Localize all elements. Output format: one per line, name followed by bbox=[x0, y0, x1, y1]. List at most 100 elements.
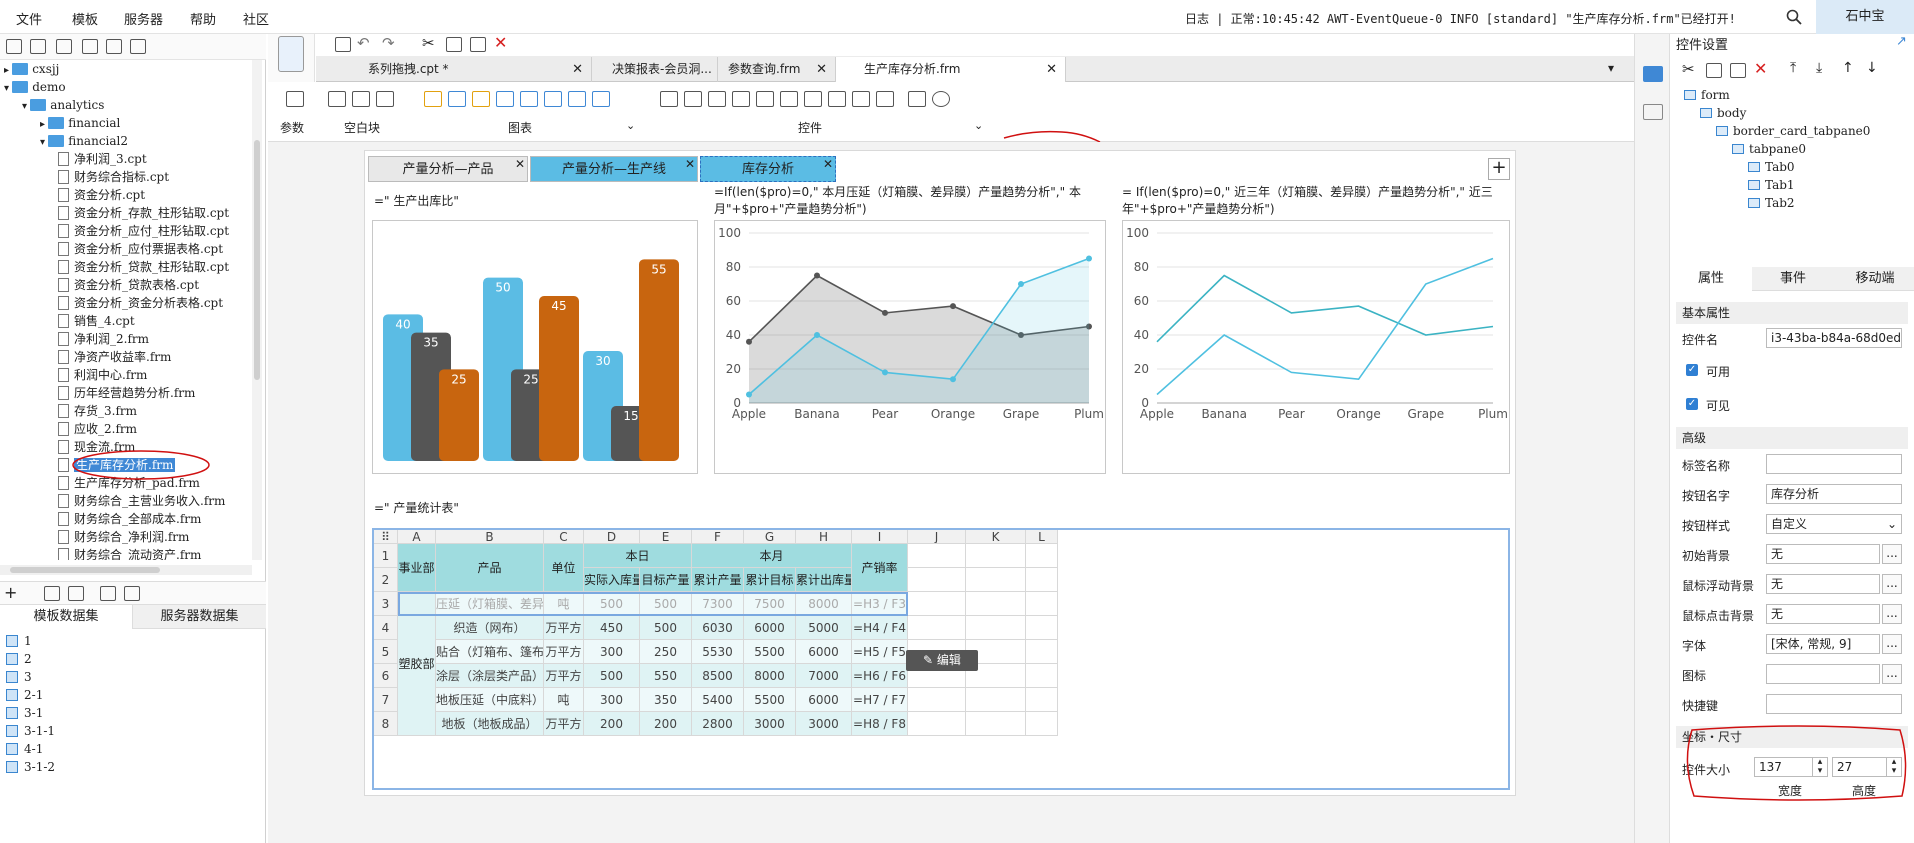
table-cell[interactable]: 贴合（灯箱布、篷布） bbox=[436, 640, 544, 664]
file-tab-param[interactable]: 参数查询.frm ✕ bbox=[718, 57, 836, 82]
table-cell[interactable]: =H8 / F8 bbox=[852, 712, 908, 736]
table-cell[interactable]: 350 bbox=[640, 688, 692, 712]
button-widget-icon[interactable] bbox=[708, 91, 726, 107]
column-header[interactable]: E bbox=[640, 530, 692, 544]
table-cell[interactable]: 地板（地板成品） bbox=[436, 712, 544, 736]
dataset-item[interactable]: 3-1-2 bbox=[6, 758, 55, 776]
chart-box-1[interactable]: 40 35 25 50 25 45 30 15 55 bbox=[372, 220, 698, 474]
column-header[interactable]: D bbox=[584, 530, 640, 544]
table-cell[interactable]: 压延（灯箱膜、差异膜） bbox=[436, 592, 544, 616]
header-product[interactable]: 产品 bbox=[436, 544, 544, 592]
tree-node-folder[interactable]: ▾ analytics bbox=[22, 96, 104, 114]
tree-node-file[interactable]: 净利润_2.frm bbox=[58, 330, 149, 348]
table-cell[interactable]: 6000 bbox=[744, 616, 796, 640]
table-cell[interactable]: 6000 bbox=[796, 688, 852, 712]
blank-block-icon[interactable] bbox=[352, 91, 370, 107]
widget-tree-node[interactable]: body bbox=[1700, 106, 1746, 120]
table-cell[interactable]: 6000 bbox=[796, 640, 852, 664]
header-target-prod[interactable]: 目标产量 bbox=[640, 568, 692, 592]
chevron-down-icon[interactable]: ▾ bbox=[22, 101, 30, 112]
undo-icon[interactable]: ↶ bbox=[357, 34, 370, 52]
edit-button[interactable]: ✎ 编辑 bbox=[906, 650, 978, 671]
table-cell[interactable]: 万平方 bbox=[544, 664, 584, 688]
column-header[interactable]: A bbox=[398, 530, 436, 544]
table-cell[interactable]: =H7 / F7 bbox=[852, 688, 908, 712]
series-line[interactable] bbox=[1156, 274, 1494, 343]
tree-node-file[interactable]: 资金分析_应付_柱形钻取.cpt bbox=[58, 222, 229, 240]
menu-help[interactable]: 帮助 bbox=[190, 9, 216, 28]
visible-checkbox[interactable]: ✓ bbox=[1686, 398, 1698, 410]
file-tab-series[interactable]: 系列拖拽.cpt * ✕ bbox=[340, 57, 592, 82]
chevron-down-icon[interactable]: ▾ bbox=[40, 137, 48, 148]
data-point[interactable] bbox=[814, 272, 820, 279]
widget-tree-node[interactable]: border_card_tabpane0 bbox=[1716, 124, 1870, 138]
tab-attributes[interactable]: 属性 bbox=[1670, 267, 1752, 291]
empty-cell[interactable] bbox=[908, 544, 966, 568]
dataset-item[interactable]: 3 bbox=[6, 668, 32, 686]
init-bg-input[interactable]: 无 bbox=[1766, 544, 1880, 564]
column-header[interactable]: L bbox=[1026, 530, 1058, 544]
table-cell[interactable]: 7500 bbox=[744, 592, 796, 616]
table-cell[interactable]: =H3 / F3 bbox=[852, 592, 908, 616]
empty-cell[interactable] bbox=[966, 568, 1026, 592]
row-header[interactable]: 6 bbox=[374, 664, 398, 688]
data-point[interactable] bbox=[950, 303, 956, 310]
close-icon[interactable]: ✕ bbox=[1046, 57, 1057, 82]
save-icon[interactable] bbox=[335, 37, 351, 52]
tree-node-file[interactable]: 财务综合_流动资产.frm bbox=[58, 546, 201, 560]
empty-cell[interactable] bbox=[1026, 616, 1058, 640]
search-widget-icon[interactable] bbox=[908, 91, 926, 107]
row-header[interactable]: 3 bbox=[374, 592, 398, 616]
table-cell[interactable]: 500 bbox=[584, 664, 640, 688]
font-more-button[interactable]: ... bbox=[1882, 634, 1902, 654]
row-header[interactable]: 8 bbox=[374, 712, 398, 736]
redo-icon[interactable]: ↷ bbox=[382, 34, 395, 52]
table-cell[interactable]: 5530 bbox=[692, 640, 744, 664]
hotkey-input[interactable] bbox=[1766, 694, 1902, 714]
text-widget-icon[interactable] bbox=[684, 91, 702, 107]
close-icon[interactable]: ✕ bbox=[572, 57, 583, 82]
widget-name-input[interactable]: i3-43ba-b84a-68d0ed9e6add bbox=[1766, 328, 1902, 348]
checkbox-widget-icon[interactable] bbox=[828, 91, 846, 107]
empty-cell[interactable] bbox=[966, 544, 1026, 568]
tree-hscrollbar[interactable] bbox=[0, 565, 252, 575]
menu-server[interactable]: 服务器 bbox=[124, 9, 163, 28]
table-cell[interactable]: 300 bbox=[584, 640, 640, 664]
close-icon[interactable]: ✕ bbox=[515, 151, 525, 177]
copy-widget-icon[interactable] bbox=[446, 37, 462, 52]
chevron-down-icon[interactable]: ⌄ bbox=[626, 119, 635, 132]
tab-title-input[interactable] bbox=[1766, 454, 1902, 474]
tree-node-file[interactable]: 净利润_3.cpt bbox=[58, 150, 147, 168]
column-header[interactable]: G bbox=[744, 530, 796, 544]
tree-node-file[interactable]: 存货_3.frm bbox=[58, 402, 137, 420]
empty-cell[interactable] bbox=[1026, 688, 1058, 712]
tree-node-folder[interactable]: ▾ financial2 bbox=[40, 132, 128, 150]
click-bg-input[interactable]: 无 bbox=[1766, 604, 1880, 624]
row-header[interactable]: 2 bbox=[374, 568, 398, 592]
form-tab-product[interactable]: 产量分析—产品 ✕ bbox=[368, 156, 528, 182]
tree-node-file[interactable]: 资金分析_应付票据表格.cpt bbox=[58, 240, 223, 258]
open-icon[interactable] bbox=[56, 39, 72, 54]
user-name[interactable]: 石中宝 bbox=[1816, 0, 1914, 34]
tab-template-dataset[interactable]: 模板数据集 bbox=[0, 605, 133, 629]
delete-icon[interactable]: ✕ bbox=[1754, 59, 1767, 78]
close-icon[interactable]: ✕ bbox=[823, 151, 833, 177]
param-icon[interactable] bbox=[286, 91, 304, 107]
delete-dataset-icon[interactable] bbox=[68, 586, 84, 601]
empty-cell[interactable] bbox=[908, 712, 966, 736]
table-cell[interactable]: 8500 bbox=[692, 664, 744, 688]
table-cell[interactable]: 5500 bbox=[744, 640, 796, 664]
menu-community[interactable]: 社区 bbox=[243, 9, 269, 28]
list-widget-icon[interactable] bbox=[852, 91, 870, 107]
copy-icon[interactable] bbox=[130, 39, 146, 54]
tree-node-file[interactable]: 利润中心.frm bbox=[58, 366, 147, 384]
empty-cell[interactable] bbox=[908, 688, 966, 712]
form-tab-line[interactable]: 产量分析—生产线 ✕ bbox=[530, 156, 698, 182]
cut-icon[interactable]: ✂ bbox=[422, 34, 435, 52]
label-widget-icon[interactable] bbox=[660, 91, 678, 107]
table-cell[interactable]: 5400 bbox=[692, 688, 744, 712]
table-cell[interactable]: 2800 bbox=[692, 712, 744, 736]
table-cell[interactable]: 250 bbox=[640, 640, 692, 664]
table-cell[interactable]: 万平方 bbox=[544, 712, 584, 736]
table-cell[interactable]: 地板压延（中底料） bbox=[436, 688, 544, 712]
